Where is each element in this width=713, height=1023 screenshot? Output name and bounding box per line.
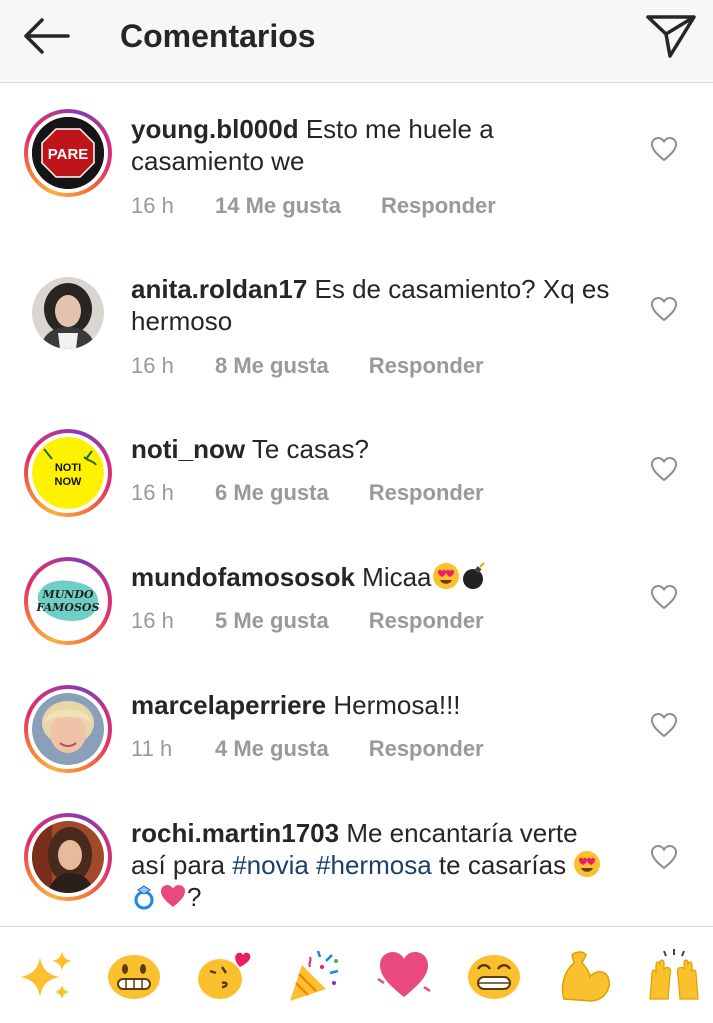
comment-time: 16 h <box>131 193 174 218</box>
comment-username[interactable]: rochi.martin1703 <box>131 818 339 848</box>
avatar[interactable]: NOTI NOW <box>24 429 112 517</box>
reply-button[interactable]: Responder <box>381 191 496 221</box>
avatar[interactable] <box>24 813 112 901</box>
kissing-heart-emoji[interactable] <box>196 947 252 1003</box>
svg-text:NOW: NOW <box>55 476 83 488</box>
profile-photo <box>32 693 104 765</box>
comment-time: 16 h <box>131 608 174 633</box>
stop-sign-avatar: PARE <box>32 117 104 189</box>
heart-icon[interactable] <box>650 712 678 738</box>
comment-body: Hermosa!!! <box>333 690 461 720</box>
mundo-famosos-logo: MUNDO FAMOSOS <box>32 565 104 637</box>
comment-text: mundofamososok Micaa <box>131 561 611 593</box>
svg-text:FAMOSOS: FAMOSOS <box>36 601 100 614</box>
page-title: Comentarios <box>120 18 316 54</box>
heart-icon[interactable] <box>650 584 678 610</box>
likes-count[interactable]: 5 Me gusta <box>215 606 329 636</box>
party-popper-emoji[interactable] <box>286 947 342 1003</box>
comment-text: anita.roldan17 Es de casamiento? Xq es h… <box>131 273 611 337</box>
heart-icon[interactable] <box>650 844 678 870</box>
comment-username[interactable]: mundofamososok <box>131 562 355 592</box>
comment-meta: 16 h 14 Me gusta Responder <box>131 191 496 221</box>
top-bar: Comentarios <box>0 0 713 83</box>
svg-text:NOTI: NOTI <box>55 462 81 474</box>
avatar[interactable] <box>24 685 112 773</box>
comment-meta: 16 h 8 Me gusta Responder <box>131 351 484 381</box>
likes-count[interactable]: 6 Me gusta <box>215 478 329 508</box>
comment-body: Te casas? <box>251 434 369 464</box>
comment-text: rochi.martin1703 Me encantaría verte así… <box>131 817 611 913</box>
heart-icon[interactable] <box>650 296 678 322</box>
svg-text:PARE: PARE <box>48 146 89 163</box>
heart-icon[interactable] <box>650 456 678 482</box>
comment-meta: 16 h 6 Me gusta Responder <box>131 478 484 508</box>
reply-button[interactable]: Responder <box>369 606 484 636</box>
svg-text:MUNDO: MUNDO <box>42 588 94 601</box>
likes-count[interactable]: 4 Me gusta <box>215 734 329 764</box>
heart-icon[interactable] <box>650 136 678 162</box>
profile-photo <box>32 821 104 893</box>
avatar[interactable] <box>32 277 104 349</box>
comment-meta: 16 h 5 Me gusta Responder <box>131 606 484 636</box>
raising-hands-emoji[interactable] <box>646 947 702 1003</box>
comment-time: 16 h <box>131 480 174 505</box>
profile-photo <box>32 277 104 349</box>
comment-username[interactable]: noti_now <box>131 434 245 464</box>
reply-button[interactable]: Responder <box>369 478 484 508</box>
paper-plane-icon[interactable] <box>644 10 698 60</box>
avatar[interactable]: MUNDO FAMOSOS <box>24 557 112 645</box>
likes-count[interactable]: 8 Me gusta <box>215 351 329 381</box>
heart-eyes-emoji <box>574 851 601 877</box>
avatar[interactable]: PARE <box>24 109 112 197</box>
sparkles-emoji[interactable] <box>18 947 74 1003</box>
comment-username[interactable]: marcelaperriere <box>131 690 326 720</box>
hashtag-link[interactable]: #hermosa <box>316 850 432 880</box>
grinning-emoji[interactable] <box>106 947 162 1003</box>
comment-text: noti_now Te casas? <box>131 433 611 465</box>
comment-body: ? <box>187 882 202 912</box>
arrow-left-icon[interactable] <box>20 14 74 58</box>
bomb-emoji <box>462 562 485 589</box>
comment-body: te casarías <box>438 850 567 880</box>
flexed-biceps-emoji[interactable] <box>556 947 612 1003</box>
ring-emoji <box>134 885 154 910</box>
comment-body: Micaa <box>362 562 432 592</box>
reply-button[interactable]: Responder <box>369 734 484 764</box>
heart-eyes-emoji <box>432 563 459 589</box>
beaming-emoji[interactable] <box>466 947 522 1003</box>
reply-button[interactable]: Responder <box>369 351 484 381</box>
comments-list[interactable]: PARE young.bl000d Esto me huele a casami… <box>0 83 713 925</box>
comment-username[interactable]: anita.roldan17 <box>131 274 307 304</box>
hashtag-link[interactable]: #novia <box>232 850 309 880</box>
comment-text: young.bl000d Esto me huele a casamiento … <box>131 113 611 177</box>
emoji-quick-bar <box>0 926 713 1023</box>
likes-count[interactable]: 14 Me gusta <box>215 191 341 221</box>
comment-time: 16 h <box>131 353 174 378</box>
heart-emoji <box>161 885 185 907</box>
noti-now-logo: NOTI NOW <box>32 437 104 509</box>
comment-username[interactable]: young.bl000d <box>131 114 299 144</box>
comment-text: marcelaperriere Hermosa!!! <box>131 689 611 721</box>
heart-emoji[interactable] <box>376 947 432 1003</box>
comment-time: 11 h <box>131 736 173 761</box>
comment-meta: 11 h 4 Me gusta Responder <box>131 734 484 764</box>
